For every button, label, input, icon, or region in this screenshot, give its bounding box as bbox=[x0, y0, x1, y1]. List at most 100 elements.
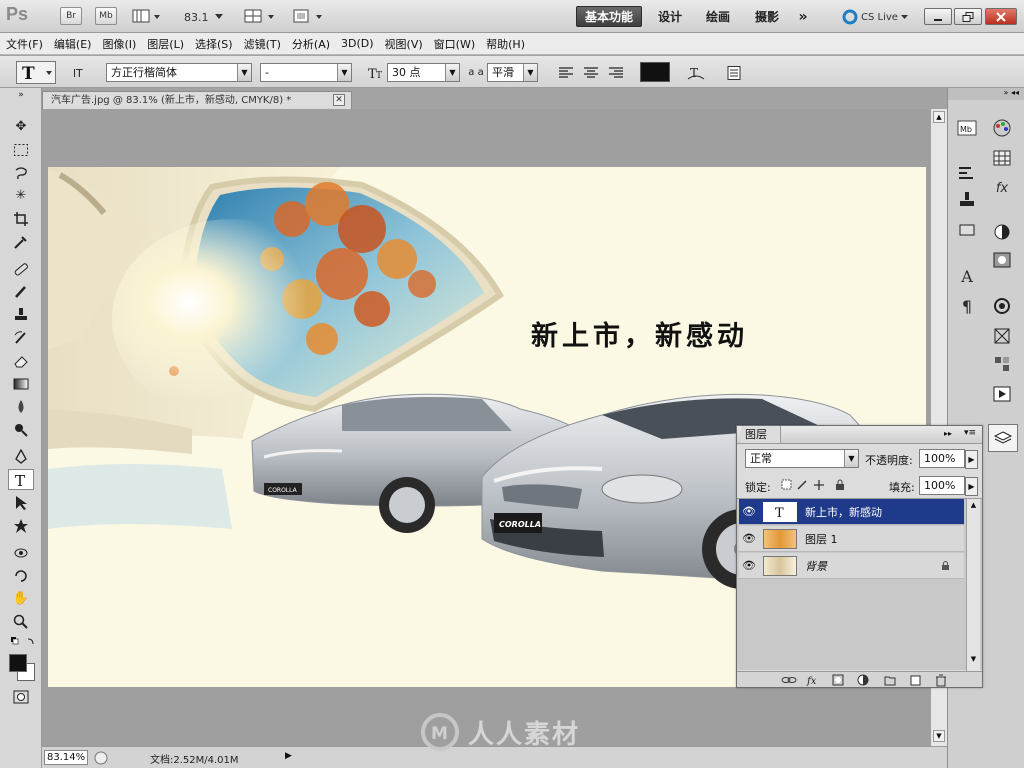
3d-rotate-tool[interactable] bbox=[8, 542, 34, 563]
fill-input[interactable]: 100% bbox=[919, 476, 965, 495]
opacity-slider-icon[interactable]: ▶ bbox=[965, 450, 978, 469]
swatches-panel-icon[interactable] bbox=[990, 146, 1014, 170]
status-zoom-field[interactable]: 83.14% bbox=[44, 750, 88, 765]
blur-tool[interactable] bbox=[8, 396, 34, 417]
new-layer-icon[interactable] bbox=[910, 675, 921, 686]
scroll-down-icon[interactable]: ▼ bbox=[968, 655, 979, 666]
add-layer-style-icon[interactable]: fx bbox=[806, 676, 817, 687]
arrange-documents-button[interactable] bbox=[244, 8, 278, 24]
menu-layer[interactable]: 图层(L) bbox=[147, 36, 184, 52]
masks-panel-icon[interactable] bbox=[990, 248, 1014, 272]
headline-text[interactable]: 新上市，新感动 bbox=[531, 320, 748, 352]
zoom-level-menu[interactable]: 83.1 bbox=[184, 9, 234, 25]
foreground-color-top[interactable] bbox=[9, 654, 27, 672]
custom-shape-tool[interactable] bbox=[8, 515, 34, 536]
delete-layer-icon[interactable] bbox=[936, 674, 946, 687]
opacity-input[interactable]: 100% bbox=[919, 449, 965, 468]
menu-file[interactable]: 文件(F) bbox=[6, 36, 43, 52]
collapse-tools-icon[interactable]: » bbox=[8, 90, 34, 100]
lock-transparent-icon[interactable] bbox=[781, 479, 792, 490]
workspace-painting-button[interactable]: 绘画 bbox=[698, 6, 738, 27]
mini-bridge-button[interactable]: Mb bbox=[95, 7, 117, 25]
marquee-tool[interactable] bbox=[8, 139, 34, 160]
brush-tool[interactable] bbox=[8, 281, 34, 302]
lock-position-icon[interactable] bbox=[814, 480, 824, 490]
menu-help[interactable]: 帮助(H) bbox=[486, 36, 525, 52]
character-paragraph-panel-button[interactable] bbox=[724, 63, 744, 82]
menu-3d[interactable]: 3D(D) bbox=[341, 37, 374, 50]
layers-panel-icon[interactable] bbox=[988, 424, 1018, 452]
healing-brush-tool[interactable] bbox=[8, 258, 34, 279]
character-panel-icon[interactable]: A bbox=[955, 264, 979, 288]
scroll-up-icon[interactable]: ▲ bbox=[933, 111, 945, 123]
quick-selection-tool[interactable]: ✳ bbox=[8, 185, 34, 206]
restore-button[interactable] bbox=[954, 8, 982, 25]
close-button[interactable] bbox=[985, 8, 1017, 25]
layer-row[interactable]: 👁 背景 bbox=[739, 553, 964, 579]
default-colors-button[interactable] bbox=[10, 636, 36, 648]
move-tool[interactable]: ✥ bbox=[8, 116, 34, 137]
warp-text-button[interactable]: T bbox=[686, 63, 706, 82]
path-selection-tool[interactable] bbox=[8, 492, 34, 513]
align-right-button[interactable] bbox=[606, 63, 626, 82]
font-style-select[interactable]: - ▼ bbox=[260, 63, 352, 82]
close-document-icon[interactable]: ✕ bbox=[333, 94, 345, 106]
tool-preset-picker[interactable]: T bbox=[16, 61, 56, 84]
scroll-down-icon[interactable]: ▼ bbox=[933, 730, 945, 742]
paragraph-panel-icon[interactable]: ¶ bbox=[955, 294, 979, 318]
3d-orbit-tool[interactable] bbox=[8, 565, 34, 586]
workspace-photography-button[interactable]: 摄影 bbox=[747, 6, 787, 27]
fill-slider-icon[interactable]: ▶ bbox=[965, 477, 978, 496]
history-brush-tool[interactable] bbox=[8, 327, 34, 348]
crop-tool[interactable] bbox=[8, 208, 34, 229]
view-extras-button[interactable] bbox=[132, 8, 162, 24]
bridge-button[interactable]: Br bbox=[60, 7, 82, 25]
horizontal-type-tool[interactable]: T bbox=[8, 469, 34, 490]
visibility-eye-icon[interactable]: 👁 bbox=[739, 559, 759, 572]
layer-row[interactable]: 👁 图层 1 bbox=[739, 526, 964, 552]
pen-tool[interactable] bbox=[8, 446, 34, 467]
document-tab[interactable]: 汽车广告.jpg @ 83.1% (新上市，新感动, CMYK/8) * ✕ bbox=[42, 91, 352, 109]
gradient-tool[interactable] bbox=[8, 373, 34, 394]
workspace-essentials-button[interactable]: 基本功能 bbox=[576, 6, 643, 27]
visibility-eye-icon[interactable]: 👁 bbox=[739, 505, 759, 518]
3d-panel-icon[interactable] bbox=[990, 294, 1014, 318]
menu-view[interactable]: 视图(V) bbox=[385, 36, 423, 52]
antialias-select[interactable]: 平滑 ▼ bbox=[487, 63, 538, 82]
more-workspaces-button[interactable]: » bbox=[790, 6, 816, 27]
menu-window[interactable]: 窗口(W) bbox=[434, 36, 475, 52]
new-group-icon[interactable] bbox=[884, 676, 896, 686]
hand-tool[interactable]: ✋ bbox=[8, 588, 34, 609]
menu-select[interactable]: 选择(S) bbox=[195, 36, 233, 52]
paths-panel-icon[interactable] bbox=[990, 352, 1014, 376]
adjustments-panel-icon[interactable] bbox=[990, 220, 1014, 244]
styles-panel-icon[interactable]: fx bbox=[990, 176, 1014, 200]
lasso-tool[interactable] bbox=[8, 162, 34, 183]
new-adjustment-layer-icon[interactable] bbox=[857, 674, 869, 686]
visibility-eye-icon[interactable]: 👁 bbox=[739, 532, 759, 545]
blend-mode-select[interactable]: 正常 ▼ bbox=[745, 449, 859, 468]
brush-presets-panel-icon[interactable] bbox=[955, 160, 979, 184]
lock-pixels-icon[interactable] bbox=[797, 480, 807, 490]
menu-analysis[interactable]: 分析(A) bbox=[292, 36, 330, 52]
lock-all-icon[interactable] bbox=[836, 484, 844, 490]
clone-stamp-tool[interactable] bbox=[8, 304, 34, 325]
minimize-button[interactable] bbox=[924, 8, 952, 25]
font-family-select[interactable]: 方正行楷简体 ▼ bbox=[106, 63, 252, 82]
actions-panel-icon[interactable] bbox=[990, 382, 1014, 406]
zoom-tool[interactable] bbox=[8, 611, 34, 632]
add-layer-mask-icon[interactable] bbox=[832, 674, 844, 686]
menu-image[interactable]: 图像(I) bbox=[102, 36, 136, 52]
panel-collapse-icon[interactable]: ▸▸ bbox=[944, 429, 952, 438]
font-size-select[interactable]: 30 点 ▼ bbox=[387, 63, 460, 82]
mini-bridge-panel-icon[interactable]: Mb bbox=[955, 116, 979, 140]
screen-mode-button[interactable] bbox=[292, 8, 326, 24]
menu-filter[interactable]: 滤镜(T) bbox=[244, 36, 281, 52]
layer-row[interactable]: 👁 T 新上市，新感动 bbox=[739, 499, 964, 525]
toggle-text-orientation-button[interactable]: lT bbox=[70, 63, 90, 82]
workspace-design-button[interactable]: 设计 bbox=[650, 6, 690, 27]
dodge-tool[interactable] bbox=[8, 419, 34, 440]
eyedropper-tool[interactable] bbox=[8, 231, 34, 252]
link-layers-icon[interactable] bbox=[781, 677, 797, 683]
dock-collapse-icon[interactable]: » ◂◂ bbox=[948, 88, 1024, 100]
